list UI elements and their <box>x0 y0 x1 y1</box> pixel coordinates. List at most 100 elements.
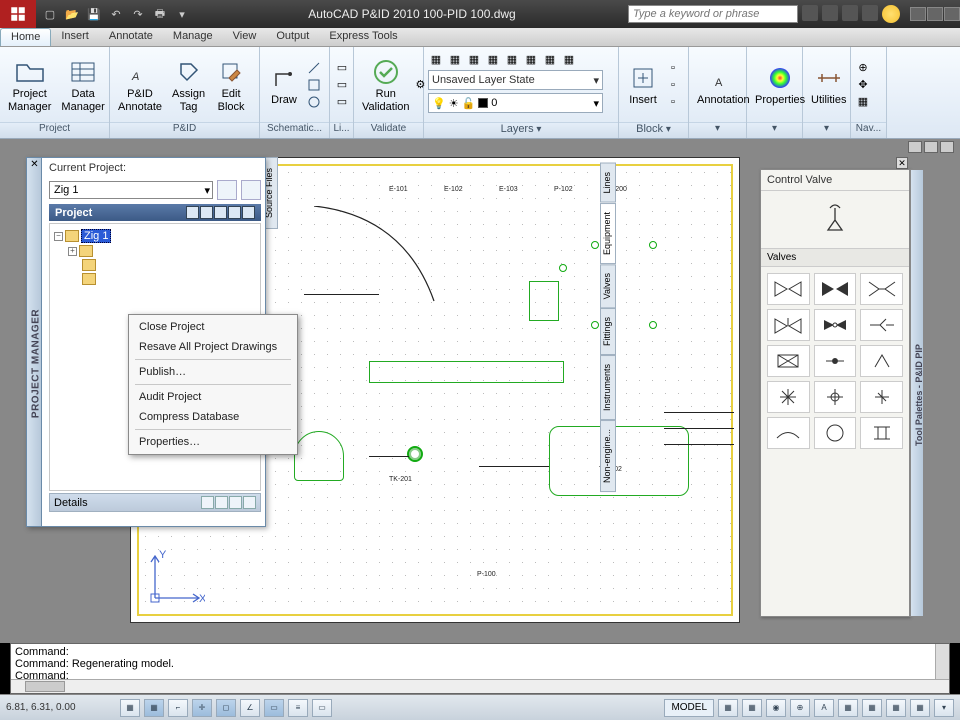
tab-insert[interactable]: Insert <box>51 28 99 46</box>
block-tool2-icon[interactable]: ▫ <box>665 77 681 93</box>
sline3-icon[interactable] <box>306 94 322 110</box>
valve-item[interactable] <box>860 345 903 377</box>
layer-tool7-icon[interactable]: ▦ <box>542 51 558 67</box>
vtab-nonengine[interactable]: Non-engine... <box>600 420 616 492</box>
communication-icon[interactable] <box>842 5 858 21</box>
palette-title-strip[interactable]: Tool Palettes - P&ID PIP <box>910 169 924 617</box>
ctx-resave-all[interactable]: Resave All Project Drawings <box>131 337 295 357</box>
block-tool3-icon[interactable]: ▫ <box>665 94 681 110</box>
open-icon[interactable]: 📂 <box>64 6 80 22</box>
pm-view2-icon[interactable] <box>200 206 213 219</box>
insert-button[interactable]: Insert <box>623 60 663 108</box>
vtab-fittings[interactable]: Fittings <box>600 308 616 355</box>
valve-item[interactable] <box>860 273 903 305</box>
ctx-properties[interactable]: Properties… <box>131 432 295 452</box>
layer-state-combo[interactable]: Unsaved Layer State▾ <box>428 70 603 90</box>
valve-item[interactable] <box>814 381 857 413</box>
assign-tag-button[interactable]: Assign Tag <box>168 54 209 114</box>
ortho-button[interactable]: ⌐ <box>168 699 188 717</box>
sb-r7-button[interactable]: ▦ <box>862 699 882 717</box>
model-space-button[interactable]: MODEL <box>664 699 714 717</box>
polar-button[interactable]: ✛ <box>192 699 212 717</box>
pid-annotate-button[interactable]: AP&ID Annotate <box>114 54 166 114</box>
edit-block-button[interactable]: Edit Block <box>211 54 251 114</box>
valve-item[interactable] <box>860 417 903 449</box>
new-icon[interactable]: ▢ <box>42 6 58 22</box>
expand-icon[interactable]: + <box>68 247 77 256</box>
valve-item[interactable] <box>767 273 810 305</box>
redo-icon[interactable]: ↷ <box>130 6 146 22</box>
properties-button[interactable]: Properties <box>751 60 809 108</box>
ctx-close-project[interactable]: Close Project <box>131 317 295 337</box>
nav3-icon[interactable]: ▦ <box>855 94 871 110</box>
tree-child-node[interactable] <box>54 258 256 272</box>
save-icon[interactable]: 💾 <box>86 6 102 22</box>
pm-title-strip[interactable]: ✕ PROJECT MANAGER <box>26 157 42 527</box>
qat-dropdown-icon[interactable]: ▾ <box>174 6 190 22</box>
layer-combo[interactable]: 💡 ☀ 🔓 0 ▾ <box>428 93 603 113</box>
command-line[interactable]: Command: Command: Regenerating model. Co… <box>10 643 950 694</box>
mdi-minimize-button[interactable] <box>908 141 922 153</box>
undo-icon[interactable]: ↶ <box>108 6 124 22</box>
tab-view[interactable]: View <box>223 28 267 46</box>
sb-r9-button[interactable]: ▦ <box>910 699 930 717</box>
pm-view1-icon[interactable] <box>186 206 199 219</box>
block-tool1-icon[interactable]: ▫ <box>665 60 681 76</box>
lwt-button[interactable]: ≡ <box>288 699 308 717</box>
pm-tool1-button[interactable] <box>217 180 237 200</box>
help-search-input[interactable] <box>628 5 798 23</box>
utilities-button[interactable]: Utilities <box>807 60 850 108</box>
print-icon[interactable]: 🖶 <box>152 6 168 22</box>
valve-item[interactable] <box>814 417 857 449</box>
valve-item[interactable] <box>767 309 810 341</box>
valve-item[interactable] <box>814 345 857 377</box>
li2-icon[interactable]: ▭ <box>334 77 350 93</box>
pm-details-header[interactable]: Details <box>49 493 261 512</box>
sb-r6-button[interactable]: ▦ <box>838 699 858 717</box>
layer-tool4-icon[interactable]: ▦ <box>485 51 501 67</box>
ctx-compress[interactable]: Compress Database <box>131 407 295 427</box>
sb-r5-button[interactable]: A <box>814 699 834 717</box>
layer-tool8-icon[interactable]: ▦ <box>561 51 577 67</box>
data-manager-button[interactable]: Data Manager <box>57 54 108 114</box>
minimize-button[interactable] <box>910 7 926 21</box>
ctx-publish[interactable]: Publish… <box>131 362 295 382</box>
pm-tool2-button[interactable] <box>241 180 261 200</box>
dyn-button[interactable]: ▭ <box>264 699 284 717</box>
tab-home[interactable]: Home <box>0 28 51 46</box>
details-view4-icon[interactable] <box>243 496 256 509</box>
layer-tool6-icon[interactable]: ▦ <box>523 51 539 67</box>
details-view3-icon[interactable] <box>229 496 242 509</box>
valve-item[interactable] <box>814 273 857 305</box>
valve-item[interactable] <box>860 381 903 413</box>
osnap-button[interactable]: ◻ <box>216 699 236 717</box>
annotation-button[interactable]: AAnnotation <box>693 60 754 108</box>
pm-project-tab[interactable]: Project <box>49 204 261 221</box>
restore-button[interactable] <box>927 7 943 21</box>
pm-view5-icon[interactable] <box>242 206 255 219</box>
close-window-button[interactable] <box>944 7 960 21</box>
key-icon[interactable] <box>822 5 838 21</box>
valve-item[interactable] <box>814 309 857 341</box>
grid-button[interactable]: ▦ <box>144 699 164 717</box>
pm-close-icon[interactable]: ✕ <box>29 160 40 171</box>
favorites-icon[interactable] <box>862 5 878 21</box>
scroll-thumb[interactable] <box>25 681 65 692</box>
valve-item[interactable] <box>767 381 810 413</box>
tab-express-tools[interactable]: Express Tools <box>319 28 407 46</box>
layer-tool5-icon[interactable]: ▦ <box>504 51 520 67</box>
tree-child-node[interactable]: + <box>54 244 256 258</box>
valve-item[interactable] <box>767 417 810 449</box>
vtab-lines[interactable]: Lines <box>600 163 616 203</box>
sb-r1-button[interactable]: ▦ <box>718 699 738 717</box>
sb-r3-button[interactable]: ◉ <box>766 699 786 717</box>
cmd-scroll-v[interactable] <box>935 644 949 681</box>
cmd-scroll-h[interactable] <box>11 679 949 693</box>
nav2-icon[interactable]: ✥ <box>855 77 871 93</box>
li1-icon[interactable]: ▭ <box>334 60 350 76</box>
mdi-close-button[interactable] <box>940 141 954 153</box>
pm-view3-icon[interactable] <box>214 206 227 219</box>
snap-button[interactable]: ▦ <box>120 699 140 717</box>
current-project-combo[interactable]: Zig 1▾ <box>49 181 213 199</box>
sline2-icon[interactable] <box>306 77 322 93</box>
